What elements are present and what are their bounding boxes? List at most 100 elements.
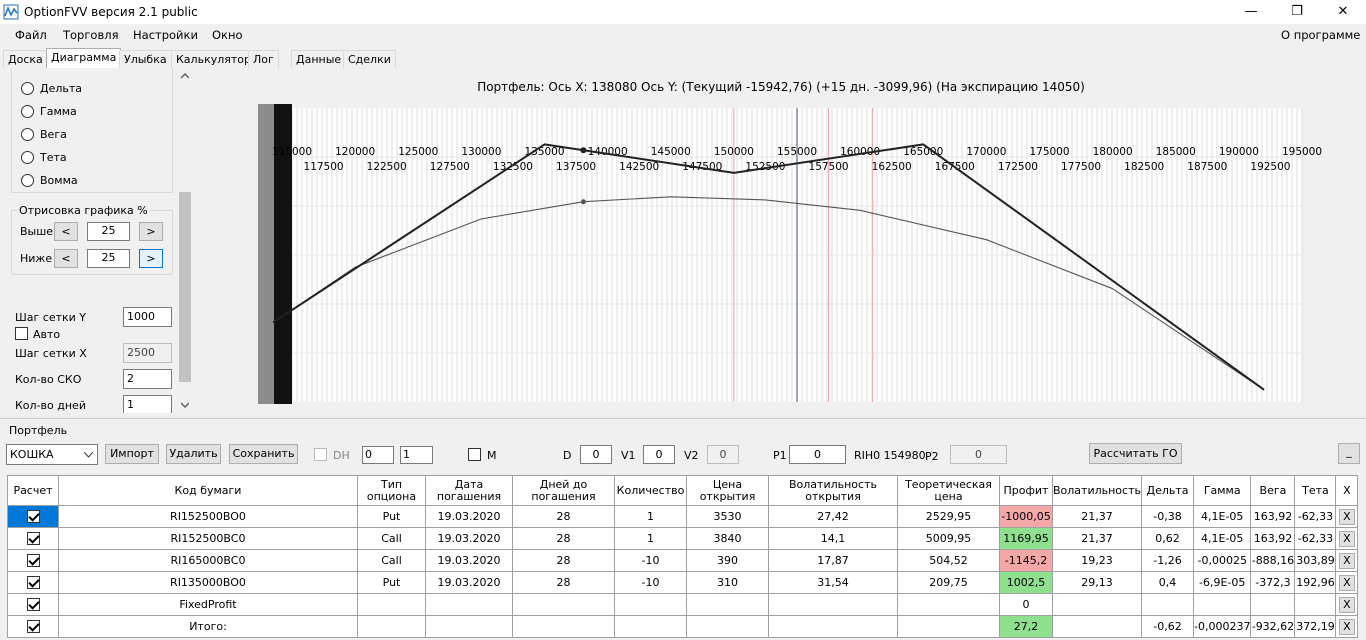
cell-days[interactable]: 28 [512,549,615,572]
auto-checkbox[interactable] [15,327,28,340]
cell-theta[interactable]: 192,96 [1294,571,1337,594]
dh-checkbox[interactable] [314,448,327,461]
save-button[interactable]: Сохранить [229,444,298,464]
cell-theo-price[interactable]: 209,75 [897,571,1000,594]
cell-open-price[interactable]: 3840 [686,527,769,550]
p1-input[interactable]: 0 [789,445,846,464]
account-select[interactable]: КОШКА [6,444,98,465]
cell-expiry[interactable]: 19.03.2020 [425,505,513,528]
cell-qty[interactable]: -10 [614,549,687,572]
cell-expiry[interactable]: 19.03.2020 [425,571,513,594]
scroll-down-icon[interactable] [181,402,189,408]
remove-row-button[interactable]: X [1338,574,1355,591]
row-calc-checkbox[interactable] [26,532,40,546]
cell-gamma[interactable]: 4,1E-05 [1192,505,1252,528]
cell-open-price[interactable]: 310 [686,571,769,594]
cell-open-vol[interactable]: 31,54 [768,571,898,594]
col-gamma[interactable]: Гамма [1192,475,1252,506]
sko-input[interactable]: 2 [123,369,172,389]
cell-vega[interactable]: -372,3 [1250,571,1296,594]
cell-open-vol[interactable]: 27,42 [768,505,898,528]
col-days[interactable]: Дней до погашения [512,475,615,506]
tab-data[interactable]: Данные [291,50,347,68]
radio-delta[interactable] [21,82,34,95]
cell-profit[interactable]: 1002,5 [999,571,1053,594]
row-calc-checkbox[interactable] [26,510,40,524]
calc-go-button[interactable]: Рассчитать ГО [1089,443,1182,464]
tab-calculator[interactable]: Калькулятор [171,50,256,68]
col-code[interactable]: Код бумаги [58,475,358,506]
cell-open-price[interactable]: 3530 [686,505,769,528]
cell-gamma[interactable]: 4,1E-05 [1192,527,1252,550]
p2-input[interactable]: 0 [950,445,1007,464]
tab-deals[interactable]: Сделки [343,50,396,68]
cell-gamma[interactable]: -0,00025 [1192,549,1252,572]
fixed-profit-value[interactable]: 0 [999,593,1053,616]
cell-gamma[interactable]: -6,9E-05 [1192,571,1252,594]
col-theo-price[interactable]: Теоретическая цена [897,475,1000,506]
col-profit[interactable]: Профит [999,475,1053,506]
table-row[interactable]: RI152500BO0 Put 19.03.2020 28 1 3530 27,… [7,505,1359,528]
cell-open-vol[interactable]: 14,1 [768,527,898,550]
above-increase-button[interactable]: > [139,222,163,241]
cell-open-price[interactable]: 390 [686,549,769,572]
remove-row-button[interactable]: X [1338,618,1355,635]
remove-row-button[interactable]: X [1338,552,1355,569]
cell-theta[interactable]: -62,33 [1294,527,1337,550]
radio-gamma[interactable] [21,105,34,118]
cell-profit[interactable]: -1145,2 [999,549,1053,572]
cell-theo-price[interactable]: 5009,95 [897,527,1000,550]
col-type[interactable]: Тип опциона [357,475,426,506]
scroll-up-icon[interactable] [181,73,189,79]
remove-row-button[interactable]: X [1338,596,1355,613]
col-calc[interactable]: Расчет [7,475,59,506]
col-open-price[interactable]: Цена открытия [686,475,769,506]
menu-window[interactable]: Окно [212,28,243,42]
col-expiry[interactable]: Дата погашения [425,475,513,506]
tab-diagram[interactable]: Диаграмма [46,48,122,68]
v1-input[interactable]: 0 [643,445,675,464]
cell-days[interactable]: 28 [512,505,615,528]
cell-theo-price[interactable]: 504,52 [897,549,1000,572]
cell-expiry[interactable]: 19.03.2020 [425,527,513,550]
maximize-button[interactable]: ❐ [1274,0,1320,24]
radio-vega[interactable] [21,128,34,141]
cell-qty[interactable]: -10 [614,571,687,594]
menu-about[interactable]: О программе [1281,28,1360,42]
grid-y-input[interactable]: 1000 [123,307,172,327]
radio-vomma[interactable] [21,174,34,187]
delete-button[interactable]: Удалить [166,444,221,464]
close-button[interactable]: ✕ [1320,0,1366,24]
cell-profit[interactable]: -1000,05 [999,505,1053,528]
cell-profit[interactable]: 1169,95 [999,527,1053,550]
cell-code[interactable]: RI152500BC0 [58,527,358,550]
cell-code[interactable]: RI152500BO0 [58,505,358,528]
cell-delta[interactable]: 0,62 [1140,527,1194,550]
chart-area[interactable]: Портфель: Ось X: 138080 Ось Y: (Текущий … [196,68,1366,416]
days-input[interactable]: 1 [123,395,172,413]
cell-type[interactable]: Put [357,505,426,528]
cell-days[interactable]: 28 [512,571,615,594]
below-increase-button[interactable]: > [139,249,163,268]
cell-vol[interactable]: 19,23 [1052,549,1142,572]
cell-vega[interactable]: -888,16 [1250,549,1296,572]
col-delta[interactable]: Дельта [1140,475,1194,506]
cell-vol[interactable]: 29,13 [1052,571,1142,594]
m-checkbox[interactable] [468,448,481,461]
dh-spin-2[interactable]: 1 [400,446,433,464]
radio-theta[interactable] [21,151,34,164]
cell-vega[interactable]: 163,92 [1250,527,1296,550]
above-input[interactable]: 25 [87,222,130,241]
cell-type[interactable]: Put [357,571,426,594]
import-button[interactable]: Импорт [105,444,159,464]
collapse-button[interactable]: _ [1338,443,1360,464]
v2-input[interactable]: 0 [707,445,739,464]
row-calc-checkbox[interactable] [26,554,40,568]
cell-theta[interactable]: -62,33 [1294,505,1337,528]
cell-expiry[interactable]: 19.03.2020 [425,549,513,572]
dh-spin-1[interactable]: 0 [362,446,394,464]
menu-file[interactable]: Файл [15,28,47,42]
cell-type[interactable]: Call [357,527,426,550]
cell-days[interactable]: 28 [512,527,615,550]
tab-log[interactable]: Лог [248,50,279,68]
